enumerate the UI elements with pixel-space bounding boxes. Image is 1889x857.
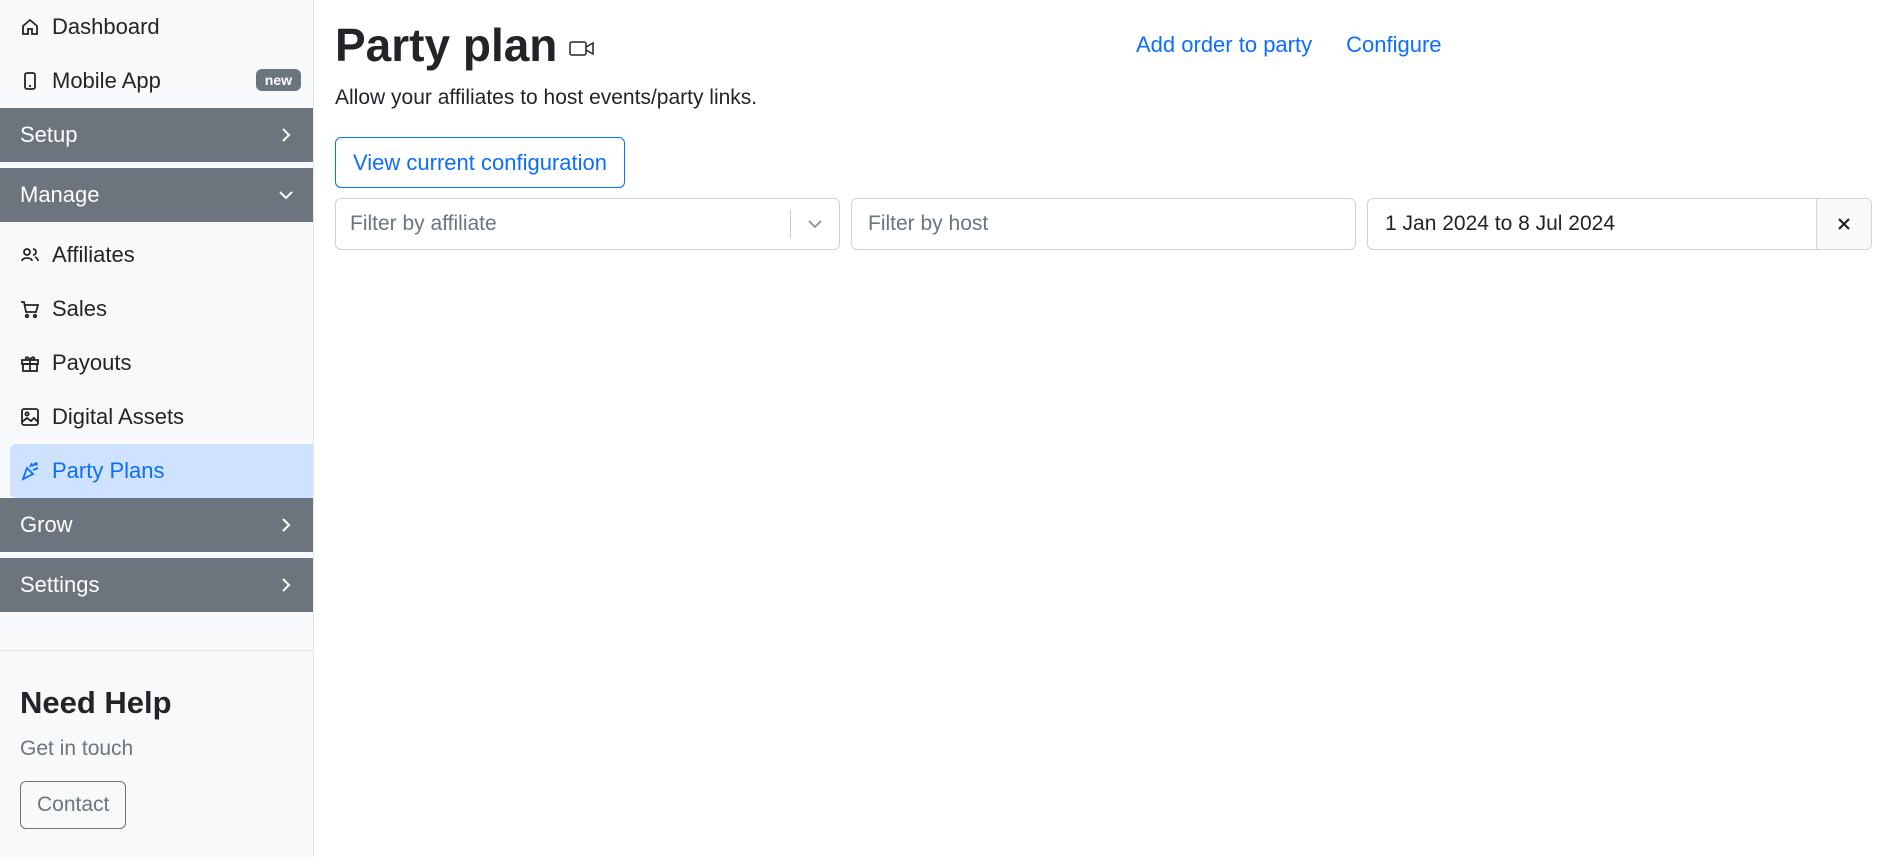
cart-icon (20, 299, 52, 319)
sidebar-item-label: Sales (52, 296, 108, 321)
help-text: Get in touch (20, 737, 134, 760)
sidebar-item-mobile-app[interactable]: Mobile App new (0, 54, 313, 108)
users-icon (20, 245, 52, 265)
page-title: Party plan (335, 19, 558, 71)
sidebar-item-label: Mobile App (52, 68, 161, 93)
section-label: Manage (20, 182, 100, 207)
section-setup[interactable]: Setup (0, 108, 313, 162)
sidebar-item-affiliates[interactable]: Affiliates (0, 228, 313, 282)
date-range-filter[interactable]: 1 Jan 2024 to 8 Jul 2024 (1367, 198, 1872, 250)
chevron-down-icon (279, 182, 293, 208)
app-root: Dashboard Mobile App new Setup Manage Af… (0, 0, 1889, 857)
date-range-value[interactable]: 1 Jan 2024 to 8 Jul 2024 (1368, 212, 1816, 236)
configure-link[interactable]: Configure (1346, 32, 1441, 58)
image-icon (20, 407, 52, 427)
page-subtitle: Allow your affiliates to host events/par… (335, 86, 758, 109)
sidebar-item-payouts[interactable]: Payouts (0, 336, 313, 390)
clear-date-button[interactable] (1816, 199, 1871, 249)
sidebar-item-label: Dashboard (52, 14, 160, 39)
header-links: Add order to party Configure (1136, 32, 1442, 58)
video-icon[interactable] (569, 38, 595, 63)
filters-row: Filter by affiliate 1 Jan 2024 to 8 Jul … (335, 198, 1872, 250)
close-icon (1838, 218, 1850, 230)
add-order-to-party-link[interactable]: Add order to party (1136, 32, 1312, 58)
section-label: Settings (20, 572, 100, 597)
section-manage[interactable]: Manage (0, 168, 313, 222)
sidebar-item-dashboard[interactable]: Dashboard (0, 0, 313, 54)
manage-list: Affiliates Sales Payouts Digital Assets (0, 228, 313, 498)
section-label: Grow (20, 512, 73, 537)
chevron-right-icon (279, 572, 293, 598)
sidebar-item-digital-assets[interactable]: Digital Assets (0, 390, 313, 444)
contact-button[interactable]: Contact (20, 781, 127, 829)
gift-icon (20, 353, 52, 373)
affiliate-filter-placeholder: Filter by affiliate (350, 212, 497, 235)
section-grow[interactable]: Grow (0, 498, 313, 552)
chevron-right-icon (279, 512, 293, 538)
sidebar: Dashboard Mobile App new Setup Manage Af… (0, 0, 314, 857)
mobile-icon (20, 71, 52, 91)
party-popper-icon (20, 461, 52, 481)
view-configuration-button[interactable]: View current configuration (335, 137, 625, 188)
affiliate-filter-select[interactable]: Filter by affiliate (335, 198, 840, 250)
sidebar-item-label: Payouts (52, 350, 132, 375)
sidebar-item-label: Digital Assets (52, 404, 185, 429)
chevron-down-icon[interactable] (791, 216, 839, 232)
section-settings[interactable]: Settings (0, 558, 313, 612)
home-icon (20, 17, 52, 37)
sidebar-item-sales[interactable]: Sales (0, 282, 313, 336)
sidebar-item-party-plans[interactable]: Party Plans (10, 444, 313, 498)
help-title: Need Help (20, 685, 172, 720)
divider (0, 650, 313, 651)
sidebar-item-label: Affiliates (52, 242, 135, 267)
main-content: Party plan Add order to party Configure … (314, 0, 1889, 857)
title-row: Party plan (335, 18, 595, 72)
host-filter-input[interactable] (851, 198, 1356, 250)
new-badge: new (255, 69, 301, 91)
help-panel: Need Help Get in touch Contact (20, 685, 172, 829)
sidebar-item-label: Party Plans (52, 458, 165, 483)
chevron-right-icon (279, 122, 293, 148)
section-label: Setup (20, 122, 78, 147)
